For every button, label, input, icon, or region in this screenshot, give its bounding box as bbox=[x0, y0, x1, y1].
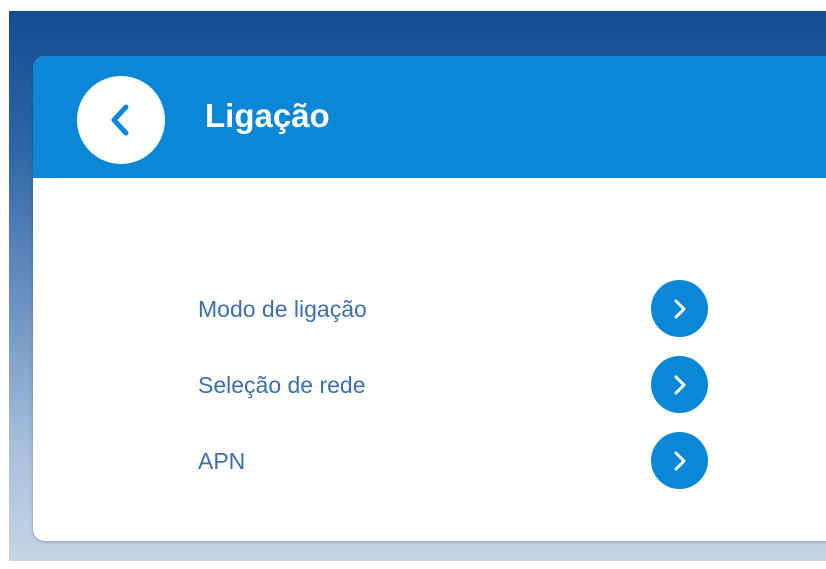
menu-item-connection-mode[interactable]: Modo de ligação bbox=[198, 280, 718, 340]
menu-item-apn[interactable]: APN bbox=[198, 432, 718, 492]
open-connection-mode-button[interactable] bbox=[651, 280, 708, 337]
chevron-left-icon bbox=[106, 103, 136, 137]
open-apn-button[interactable] bbox=[651, 432, 708, 489]
chevron-right-icon bbox=[671, 298, 689, 320]
panel-header: Ligação bbox=[33, 56, 826, 178]
page-background: Ligação Modo de ligação Seleção de rede bbox=[9, 11, 826, 561]
chevron-right-icon bbox=[671, 374, 689, 396]
menu-item-label[interactable]: Modo de ligação bbox=[198, 295, 367, 323]
menu-item-label[interactable]: APN bbox=[198, 447, 245, 475]
connection-panel: Ligação Modo de ligação Seleção de rede bbox=[33, 56, 826, 541]
page-title: Ligação bbox=[205, 97, 330, 134]
menu-item-label[interactable]: Seleção de rede bbox=[198, 371, 366, 399]
open-network-selection-button[interactable] bbox=[651, 356, 708, 413]
chevron-right-icon bbox=[671, 450, 689, 472]
menu-item-network-selection[interactable]: Seleção de rede bbox=[198, 356, 718, 416]
back-button[interactable] bbox=[77, 76, 165, 164]
